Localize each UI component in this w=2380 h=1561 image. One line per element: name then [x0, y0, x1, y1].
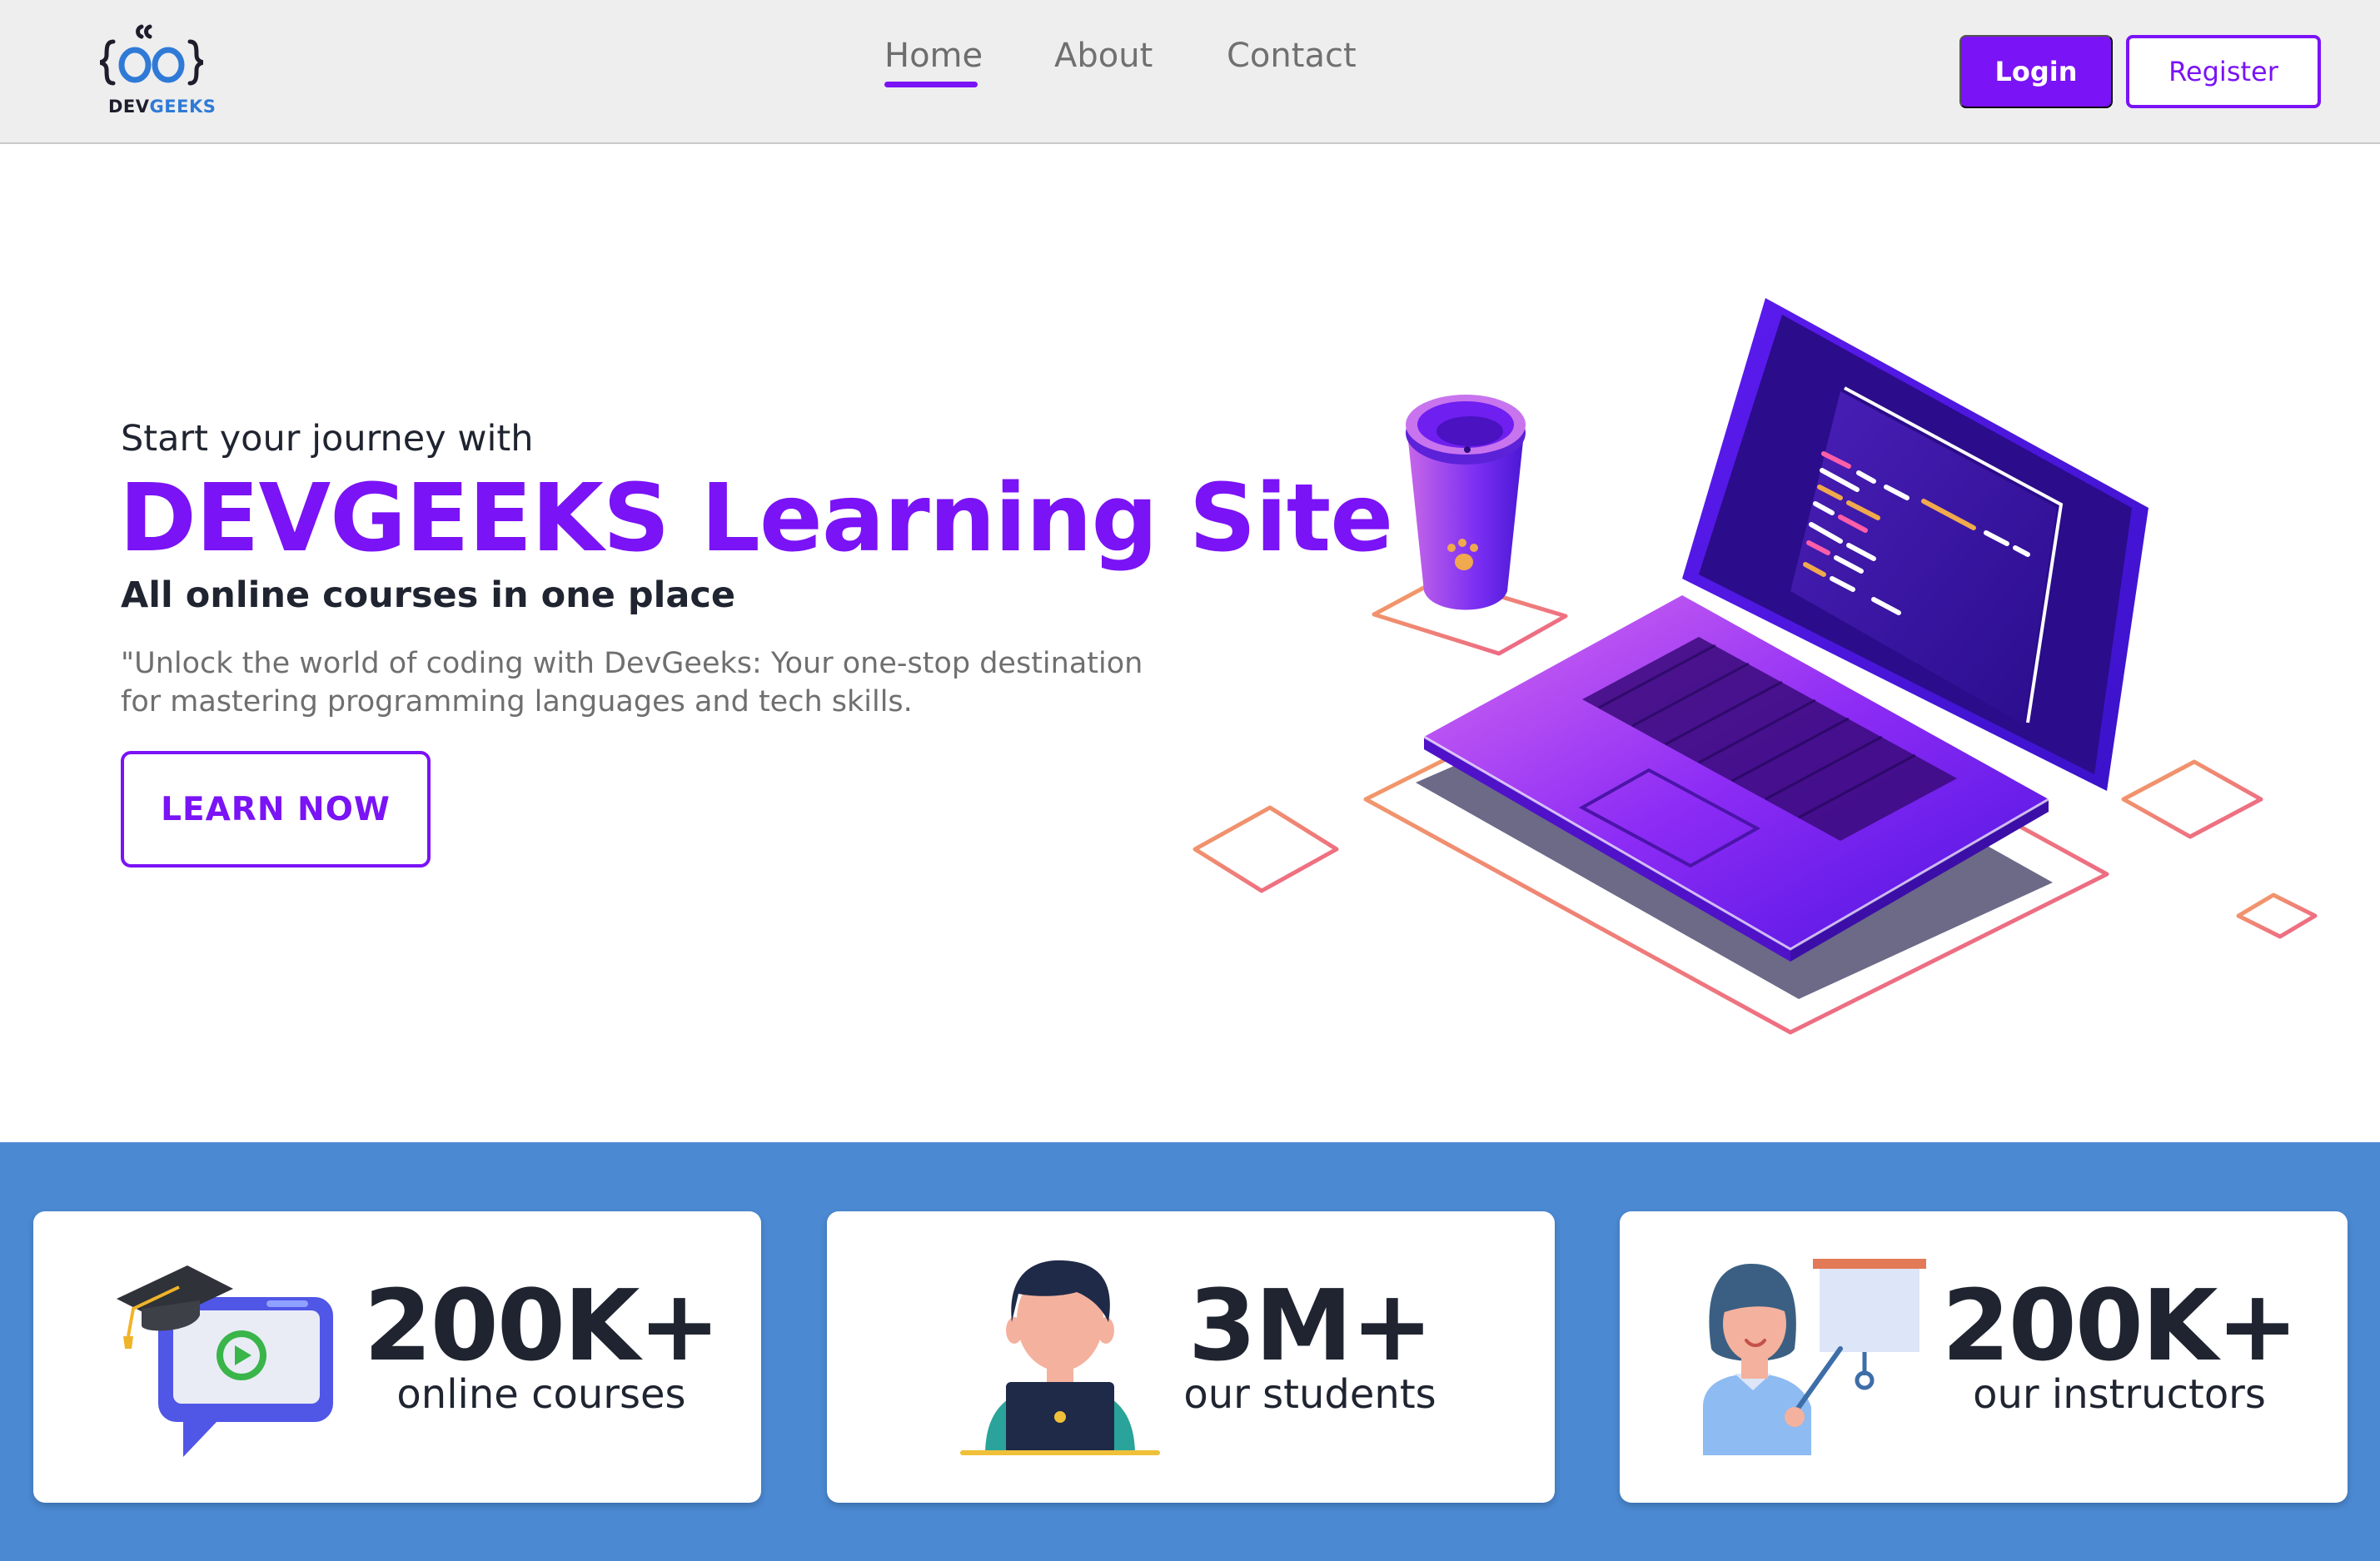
nav-link-about[interactable]: About — [1054, 37, 1153, 75]
laptop-coffee-isometric-illustration — [1192, 298, 2318, 1035]
hero-description: "Unlock the world of coding with DevGeek… — [121, 647, 1143, 718]
brand-wordmark: DEVGEEKS — [108, 97, 216, 117]
brand-name-part1: DEV — [108, 97, 150, 117]
hero-subtitle: All online courses in one place — [121, 574, 736, 616]
stat-label-students: our students — [1183, 1371, 1436, 1418]
stat-card-students: 3M+ our students — [827, 1211, 1555, 1503]
stat-card-courses: 200K+ online courses — [33, 1211, 761, 1503]
instructor-board-icon — [1703, 1259, 1926, 1455]
stat-value-courses: 200K+ — [363, 1268, 721, 1383]
student-laptop-icon — [960, 1260, 1160, 1455]
login-button[interactable]: Login — [1959, 35, 2113, 108]
navbar: DEVGEEKS Home About Contact Login Regist… — [0, 0, 2380, 144]
devgeeks-logo-icon — [100, 24, 203, 86]
brand-name-part2: GEEKS — [149, 97, 217, 117]
nav-active-indicator — [884, 82, 978, 87]
graduation-video-icon — [117, 1265, 333, 1457]
hero-kicker: Start your journey with — [121, 418, 534, 460]
nav-link-home[interactable]: Home — [884, 37, 983, 75]
learn-now-button[interactable]: LEARN NOW — [121, 751, 431, 867]
nav-link-contact[interactable]: Contact — [1227, 37, 1357, 75]
stat-label-courses: online courses — [396, 1371, 686, 1418]
brand-logo[interactable]: DEVGEEKS — [100, 23, 216, 117]
stat-card-instructors: 200K+ our instructors — [1620, 1211, 2348, 1503]
stat-label-instructors: our instructors — [1973, 1371, 2266, 1418]
stat-value-students: 3M+ — [1188, 1268, 1433, 1383]
register-button[interactable]: Register — [2126, 35, 2321, 108]
stat-value-instructors: 200K+ — [1941, 1268, 2299, 1383]
